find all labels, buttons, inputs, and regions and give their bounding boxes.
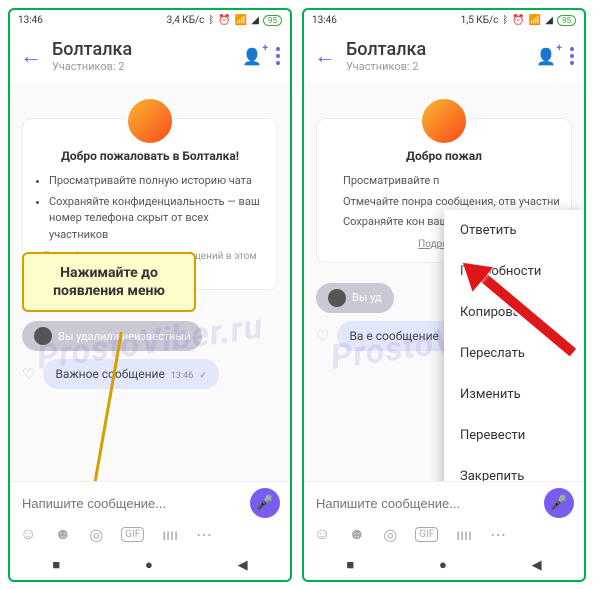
- more-icon[interactable]: ⋯: [196, 525, 212, 544]
- sticker-icon[interactable]: ☺: [20, 524, 36, 544]
- battery-icon: 95: [263, 15, 282, 26]
- emoji-icon[interactable]: ☻: [54, 524, 71, 544]
- add-user-icon[interactable]: 👤: [536, 47, 556, 66]
- card-bullet: Просматривайте п: [343, 173, 559, 190]
- like-icon[interactable]: ♡: [22, 365, 35, 383]
- alarm-icon: ⏰: [512, 15, 524, 26]
- group-avatar: [126, 97, 174, 145]
- nav-back[interactable]: ◀: [532, 558, 542, 573]
- alarm-icon: ⏰: [218, 15, 230, 26]
- menu-reply[interactable]: Ответить: [444, 210, 584, 251]
- camera-icon[interactable]: ◎: [383, 525, 397, 544]
- signal-icon: 📶: [529, 15, 541, 26]
- gif-icon[interactable]: GIF: [121, 527, 144, 542]
- nav-home[interactable]: ●: [145, 557, 153, 573]
- message-input[interactable]: [314, 495, 536, 512]
- annotation-callout: Нажимайте до появления меню: [22, 252, 196, 312]
- battery-icon: 95: [557, 15, 576, 26]
- wifi-icon: ◢: [545, 15, 553, 26]
- welcome-title: Добро пожаловать в Болталка!: [35, 147, 265, 165]
- mini-avatar: [34, 327, 52, 345]
- mic-button[interactable]: 🎤: [250, 488, 280, 518]
- group-avatar: [420, 97, 468, 145]
- deleted-pill: Вы уд: [316, 283, 394, 313]
- card-bullet: Отмечайте понра сообщения, отв участника…: [343, 194, 559, 211]
- menu-pin[interactable]: Закрепить: [444, 456, 584, 481]
- status-net: 1,5 КБ/с: [461, 15, 499, 26]
- emoji-icon[interactable]: ☻: [348, 524, 365, 544]
- nav-back[interactable]: ◀: [238, 558, 248, 573]
- wifi-icon: ◢: [251, 15, 259, 26]
- chat-subtitle: Участников: 2: [346, 60, 526, 73]
- card-bullet: Сохраняйте конфиденциальность — ваш номе…: [49, 194, 265, 244]
- signal-icon: 📶: [235, 15, 247, 26]
- message-time: 13:46: [171, 371, 193, 381]
- menu-translate[interactable]: Перевести: [444, 415, 584, 456]
- welcome-title: Добро пожал: [329, 147, 559, 165]
- sticker-icon[interactable]: ☺: [314, 524, 330, 544]
- audio-icon[interactable]: ıııı: [456, 525, 472, 544]
- nav-recent[interactable]: ■: [346, 557, 354, 573]
- like-icon[interactable]: ♡: [316, 327, 329, 345]
- bluetooth-icon: ᛒ: [208, 15, 214, 26]
- kebab-menu-icon[interactable]: [276, 47, 280, 65]
- status-time: 13:46: [312, 15, 337, 26]
- check-icon: ✓: [199, 371, 207, 381]
- card-bullet: Просматривайте полную историю чата: [49, 173, 265, 190]
- back-icon[interactable]: ←: [20, 43, 42, 69]
- gif-icon[interactable]: GIF: [415, 527, 438, 542]
- add-user-icon[interactable]: 👤: [242, 47, 262, 66]
- message-text: Ва е сообщение: [349, 329, 438, 343]
- chat-title[interactable]: Болталка: [346, 39, 526, 60]
- message-bubble[interactable]: Важное сообщение 13:46 ✓: [43, 359, 218, 389]
- chat-title[interactable]: Болталка: [52, 39, 232, 60]
- message-text: Важное сообщение: [55, 367, 164, 381]
- status-time: 13:46: [18, 15, 43, 26]
- kebab-menu-icon[interactable]: [570, 47, 574, 65]
- menu-edit[interactable]: Изменить: [444, 374, 584, 415]
- chat-subtitle: Участников: 2: [52, 60, 232, 73]
- back-icon[interactable]: ←: [314, 43, 336, 69]
- callout-pointer: [89, 332, 123, 481]
- camera-icon[interactable]: ◎: [89, 525, 103, 544]
- nav-recent[interactable]: ■: [52, 557, 60, 573]
- nav-home[interactable]: ●: [439, 557, 447, 573]
- audio-icon[interactable]: ıııı: [162, 525, 178, 544]
- bluetooth-icon: ᛒ: [502, 15, 508, 26]
- more-icon[interactable]: ⋯: [490, 525, 506, 544]
- status-net: 3,4 КБ/с: [167, 15, 205, 26]
- deleted-pill: Вы удалили неизвестный: [22, 321, 202, 351]
- mini-avatar: [328, 289, 346, 307]
- mic-button[interactable]: 🎤: [544, 488, 574, 518]
- message-input[interactable]: [20, 495, 242, 512]
